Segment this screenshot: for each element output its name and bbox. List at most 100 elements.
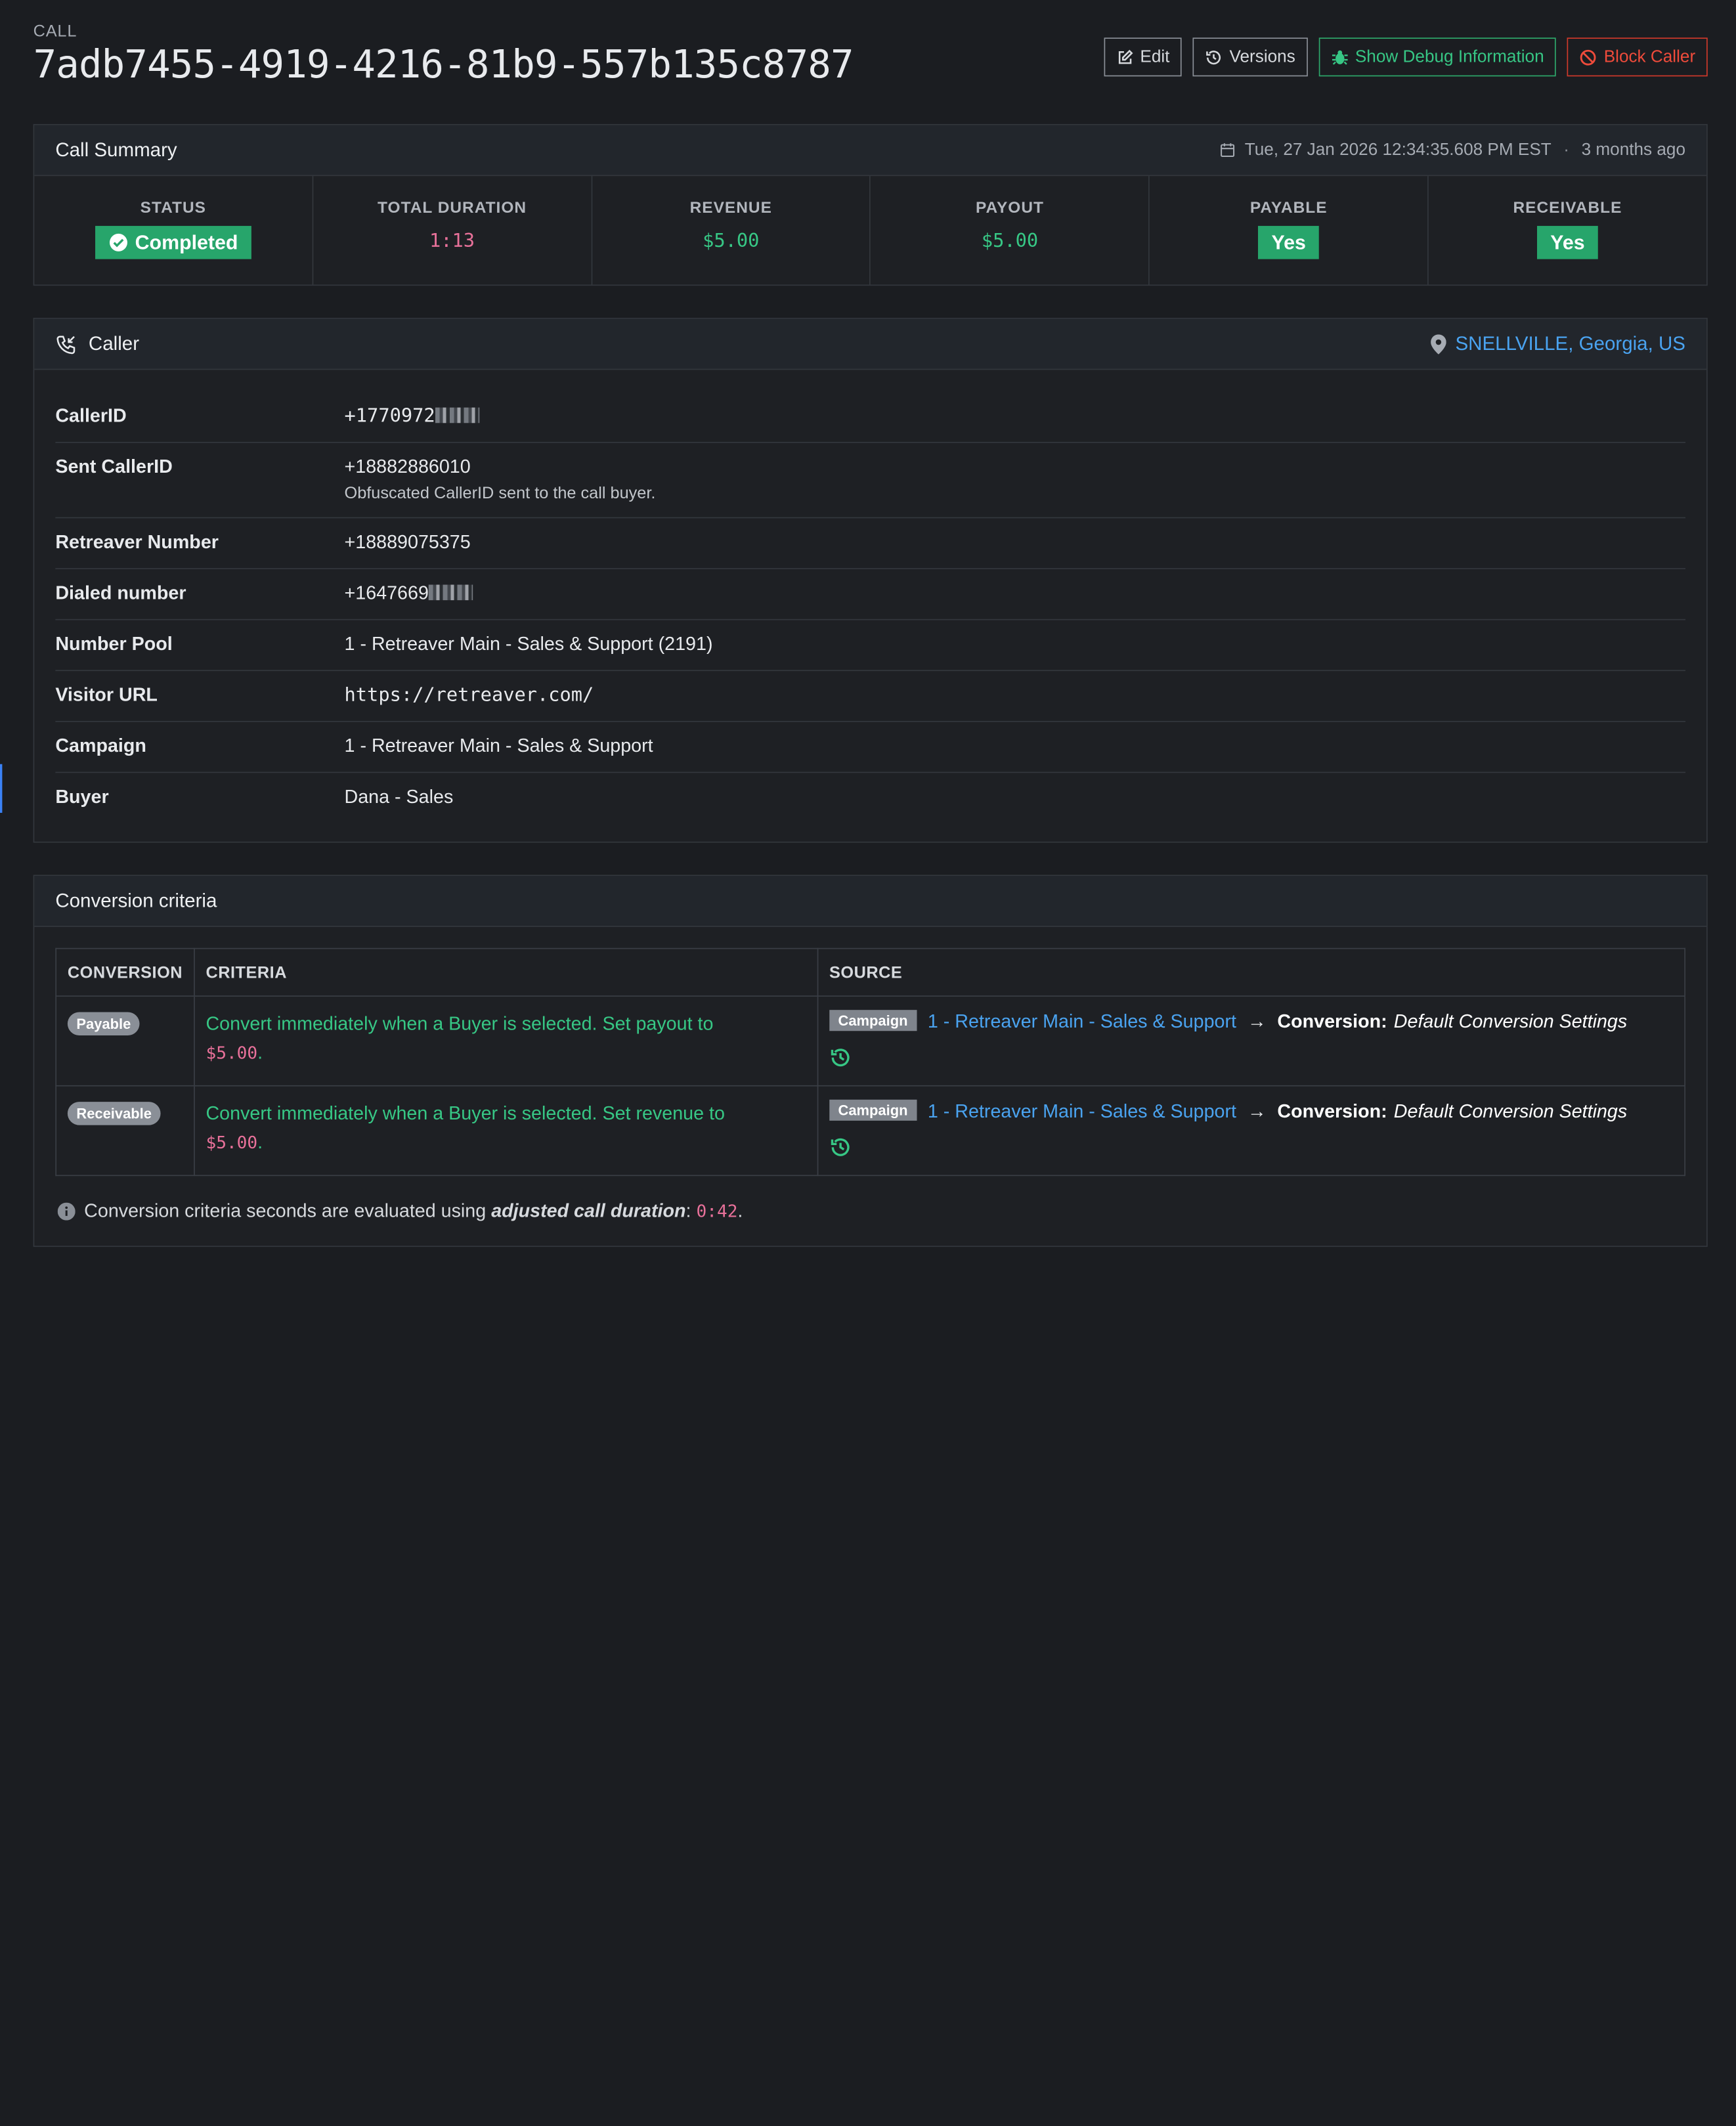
conversion-settings-value: Default Conversion Settings bbox=[1393, 1010, 1628, 1032]
conversion-cell: Payable bbox=[55, 995, 195, 1087]
table-row: Receivable Convert immediately when a Bu… bbox=[55, 1085, 1686, 1177]
versions-button[interactable]: Versions bbox=[1192, 37, 1308, 77]
timestamp-text: Tue, 27 Jan 2026 12:34:35.608 PM EST bbox=[1244, 140, 1552, 160]
stat-payout-label: PAYOUT bbox=[976, 199, 1044, 217]
receivable-badge: Yes bbox=[1537, 226, 1598, 259]
focus-marker bbox=[0, 764, 3, 813]
caller-location-link[interactable]: SNELLVILLE, Georgia, US bbox=[1431, 332, 1685, 355]
conversion-cell: Receivable bbox=[55, 1085, 195, 1177]
conversion-settings-value: Default Conversion Settings bbox=[1393, 1100, 1628, 1122]
adjusted-duration-value: 0:42 bbox=[696, 1201, 738, 1222]
conversion-criteria-card: Conversion criteria CONVERSION CRITERIA … bbox=[33, 875, 1708, 1247]
payout-value: $5.00 bbox=[981, 230, 1039, 253]
column-criteria: CRITERIA bbox=[193, 947, 819, 997]
source-cell: Campaign 1 - Retreaver Main - Sales & Sup… bbox=[817, 995, 1686, 1087]
dialed-number-cell: +1647669 bbox=[345, 582, 473, 605]
relative-time: 3 months ago bbox=[1581, 140, 1686, 160]
stat-payable-label: PAYABLE bbox=[1249, 199, 1328, 217]
visitor-url-value: https://retreaver.com/ bbox=[344, 684, 594, 707]
row-campaign: Campaign 1 - Retreaver Main - Sales & Su… bbox=[55, 722, 1686, 773]
source-campaign-link[interactable]: 1 - Retreaver Main - Sales & Support bbox=[928, 1100, 1236, 1121]
sent-callerid-cell: +18882886010 Obfuscated CallerID sent to… bbox=[345, 456, 656, 503]
number-pool-label: Number Pool bbox=[55, 633, 173, 655]
arrow-right-icon: → bbox=[1247, 1010, 1267, 1032]
call-timestamp: Tue, 27 Jan 2026 12:34:35.608 PM EST · 3… bbox=[1219, 140, 1685, 160]
conversion-label: Conversion: bbox=[1277, 1010, 1387, 1032]
row-dialed-number: Dialed number +1647669 bbox=[55, 569, 1686, 620]
note-prefix: Conversion criteria seconds are evaluate… bbox=[84, 1200, 487, 1222]
redacted-digits bbox=[428, 584, 473, 601]
conversion-title: Conversion criteria bbox=[55, 889, 217, 912]
call-summary-header: Call Summary Tue, 27 Jan 2026 12:34:35.6… bbox=[34, 125, 1707, 177]
block-caller-label: Block Caller bbox=[1603, 47, 1696, 66]
campaign-label: Campaign bbox=[55, 735, 146, 756]
versions-label: Versions bbox=[1229, 47, 1295, 66]
caller-details: CallerID +1770972 Sent CallerID +1888288… bbox=[34, 370, 1706, 824]
caller-header: Caller SNELLVILLE, Georgia, US bbox=[34, 318, 1707, 370]
ban-icon bbox=[1580, 49, 1596, 65]
dialed-number-value: +1647669 bbox=[344, 582, 429, 604]
status-value: Completed bbox=[135, 230, 238, 253]
stat-receivable: RECEIVABLE Yes bbox=[1429, 176, 1706, 284]
callerid-label: CallerID bbox=[55, 405, 127, 427]
row-sent-callerid: Sent CallerID +18882886010 Obfuscated Ca… bbox=[55, 443, 1686, 519]
row-number-pool: Number Pool 1 - Retreaver Main - Sales &… bbox=[55, 620, 1686, 672]
caller-title: Caller bbox=[88, 332, 140, 355]
column-source: SOURCE bbox=[817, 947, 1686, 997]
caller-title-wrap: Caller bbox=[55, 332, 139, 355]
stat-duration: TOTAL DURATION 1:13 bbox=[313, 176, 592, 285]
retreaver-number-link[interactable]: +18889075375 bbox=[345, 532, 471, 554]
conversion-header: Conversion criteria bbox=[34, 876, 1707, 927]
dialed-number-label: Dialed number bbox=[55, 582, 186, 604]
conversion-label: Conversion: bbox=[1277, 1100, 1387, 1122]
block-caller-button[interactable]: Block Caller bbox=[1567, 37, 1708, 77]
row-visitor-url: Visitor URL https://retreaver.com/ bbox=[55, 671, 1686, 722]
campaign-link[interactable]: 1 - Retreaver Main - Sales & Support bbox=[345, 735, 653, 758]
edit-label: Edit bbox=[1140, 47, 1170, 66]
history-icon[interactable] bbox=[829, 1047, 852, 1069]
history-icon[interactable] bbox=[829, 1136, 852, 1158]
show-debug-label: Show Debug Information bbox=[1355, 47, 1544, 66]
payable-badge: Yes bbox=[1258, 226, 1320, 259]
stat-payout: PAYOUT $5.00 bbox=[871, 176, 1150, 285]
criteria-text: Convert immediately when a Buyer is sele… bbox=[206, 1102, 725, 1124]
edit-button[interactable]: Edit bbox=[1103, 37, 1182, 77]
callerid-link[interactable]: +1770972 bbox=[345, 405, 480, 427]
stat-duration-label: TOTAL DURATION bbox=[378, 199, 527, 217]
phone-incoming-icon bbox=[56, 335, 76, 354]
criteria-cell: Convert immediately when a Buyer is sele… bbox=[193, 995, 819, 1087]
call-summary-card: Call Summary Tue, 27 Jan 2026 12:34:35.6… bbox=[33, 123, 1708, 286]
stat-receivable-label: RECEIVABLE bbox=[1513, 199, 1622, 217]
edit-icon bbox=[1118, 49, 1133, 64]
criteria-amount: $5.00 bbox=[206, 1043, 258, 1064]
check-circle-icon bbox=[109, 233, 127, 251]
arrow-right-icon: → bbox=[1247, 1100, 1267, 1122]
sent-callerid-label: Sent CallerID bbox=[55, 456, 173, 477]
source-campaign-link[interactable]: 1 - Retreaver Main - Sales & Support bbox=[928, 1011, 1236, 1032]
caller-location: SNELLVILLE, Georgia, US bbox=[1455, 332, 1686, 355]
stat-revenue: REVENUE $5.00 bbox=[592, 176, 871, 285]
conversion-table: CONVERSION CRITERIA SOURCE Payable Conve… bbox=[55, 947, 1686, 1177]
criteria-text: Convert immediately when a Buyer is sele… bbox=[206, 1013, 714, 1035]
info-icon bbox=[57, 1202, 76, 1221]
status-badge: Completed bbox=[95, 226, 251, 259]
revenue-value: $5.00 bbox=[703, 230, 760, 253]
duration-value: 1:13 bbox=[429, 230, 475, 253]
show-debug-button[interactable]: Show Debug Information bbox=[1318, 37, 1557, 77]
receivable-pill: Receivable bbox=[67, 1102, 161, 1125]
criteria-amount: $5.00 bbox=[206, 1133, 258, 1153]
summary-stats: STATUS Completed TOTAL DURATION 1:13 REV… bbox=[34, 176, 1706, 285]
row-buyer: Buyer Dana - Sales bbox=[55, 773, 1685, 824]
payable-pill: Payable bbox=[67, 1012, 140, 1035]
note-emphasis: adjusted call duration bbox=[491, 1200, 686, 1222]
table-row: Payable Convert immediately when a Buyer… bbox=[55, 995, 1686, 1087]
bug-icon bbox=[1332, 49, 1348, 64]
number-pool-link[interactable]: 1 - Retreaver Main - Sales & Support (21… bbox=[345, 634, 713, 656]
stat-payable: PAYABLE Yes bbox=[1150, 176, 1429, 285]
criteria-cell: Convert immediately when a Buyer is sele… bbox=[193, 1085, 819, 1177]
history-icon bbox=[1206, 50, 1221, 64]
header-actions: Edit Versions Show Debug Information Blo… bbox=[1103, 37, 1708, 77]
source-cell: Campaign 1 - Retreaver Main - Sales & Sup… bbox=[817, 1085, 1686, 1177]
buyer-link[interactable]: Dana - Sales bbox=[345, 786, 454, 808]
redacted-digits bbox=[435, 407, 480, 423]
